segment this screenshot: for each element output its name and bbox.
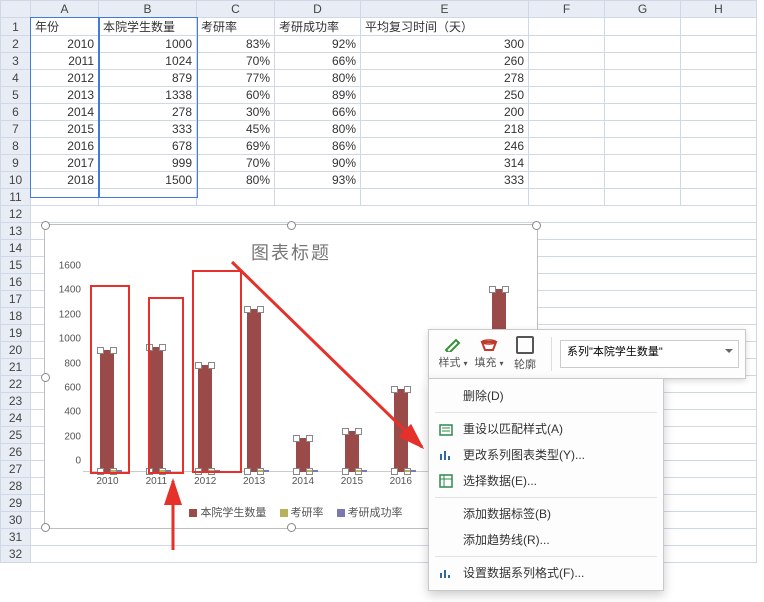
y-tick: 600 xyxy=(64,382,81,393)
chart-resize-handle[interactable] xyxy=(41,221,50,230)
annotation-box xyxy=(148,297,184,474)
cell[interactable]: 考研率 xyxy=(197,18,275,36)
y-tick: 1600 xyxy=(59,261,81,272)
y-tick: 800 xyxy=(64,358,81,369)
x-tick: 2013 xyxy=(230,476,279,492)
bucket-icon xyxy=(479,338,499,352)
outline-button[interactable]: 轮廓 xyxy=(507,336,543,372)
chart-type-icon xyxy=(437,446,455,464)
chart-resize-handle[interactable] xyxy=(532,221,541,230)
x-tick: 2014 xyxy=(279,476,328,492)
context-menu: 删除(D) 重设以匹配样式(A) 更改系列图表类型(Y)... 选择数据(E).… xyxy=(428,378,664,591)
col-header-e[interactable]: E xyxy=(361,1,529,18)
col-header-d[interactable]: D xyxy=(275,1,361,18)
menu-item-select-data[interactable]: 选择数据(E)... xyxy=(429,468,663,494)
spreadsheet-view: A B C D E F G H 1 年份 本院学生数量 考研率 考研成功率 平均… xyxy=(0,0,764,602)
y-tick: 400 xyxy=(64,407,81,418)
bar[interactable] xyxy=(296,438,310,472)
annotation-box xyxy=(90,285,130,474)
bar[interactable] xyxy=(394,389,408,472)
annotation-box xyxy=(192,270,242,473)
format-series-icon xyxy=(437,564,455,582)
menu-item-change-chart-type[interactable]: 更改系列图表类型(Y)... xyxy=(429,442,663,468)
chart-resize-handle[interactable] xyxy=(287,221,296,230)
bar[interactable] xyxy=(345,431,359,472)
selection-range-b xyxy=(99,17,198,198)
col-header-h[interactable]: H xyxy=(681,1,757,18)
fill-button[interactable]: 填充 ▾ xyxy=(471,338,507,370)
x-tick: 2016 xyxy=(376,476,425,492)
series-selector-dropdown[interactable]: 系列"本院学生数量" xyxy=(560,340,739,368)
y-tick: 200 xyxy=(64,431,81,442)
y-tick: 0 xyxy=(75,456,81,467)
pen-icon xyxy=(444,338,462,352)
menu-item-delete[interactable]: 删除(D) xyxy=(429,383,663,409)
cell[interactable]: 考研成功率 xyxy=(275,18,361,36)
x-tick: 2010 xyxy=(83,476,132,492)
x-tick: 2011 xyxy=(132,476,181,492)
select-data-icon xyxy=(437,472,455,490)
style-button[interactable]: 样式 ▾ xyxy=(435,338,471,370)
outline-icon xyxy=(516,336,534,354)
y-axis: 02004006008001000120014001600 xyxy=(49,277,81,472)
y-tick: 1200 xyxy=(59,309,81,320)
mini-toolbar: 样式 ▾ 填充 ▾ 轮廓 系列"本院学生数量" xyxy=(428,329,746,379)
menu-item-format-series[interactable]: 设置数据系列格式(F)... xyxy=(429,560,663,586)
menu-item-add-data-labels[interactable]: 添加数据标签(B) xyxy=(429,501,663,527)
y-tick: 1400 xyxy=(59,285,81,296)
bar[interactable] xyxy=(247,309,261,472)
x-tick: 2015 xyxy=(327,476,376,492)
x-tick: 2012 xyxy=(181,476,230,492)
col-header-b[interactable]: B xyxy=(99,1,197,18)
chart-title[interactable]: 图表标题 xyxy=(45,225,537,269)
row-header[interactable]: 1 xyxy=(1,18,31,36)
selection-range-a xyxy=(30,17,99,198)
chart-resize-handle[interactable] xyxy=(41,523,50,532)
menu-item-add-trendline[interactable]: 添加趋势线(R)... xyxy=(429,527,663,553)
col-header-f[interactable]: F xyxy=(529,1,605,18)
reset-icon xyxy=(437,420,455,438)
chart-resize-handle[interactable] xyxy=(287,523,296,532)
col-header-g[interactable]: G xyxy=(605,1,681,18)
select-all-corner[interactable] xyxy=(1,1,31,18)
col-header-c[interactable]: C xyxy=(197,1,275,18)
cell[interactable]: 平均复习时间（天） xyxy=(361,18,529,36)
col-header-a[interactable]: A xyxy=(31,1,99,18)
menu-item-reset-style[interactable]: 重设以匹配样式(A) xyxy=(429,416,663,442)
y-tick: 1000 xyxy=(59,334,81,345)
